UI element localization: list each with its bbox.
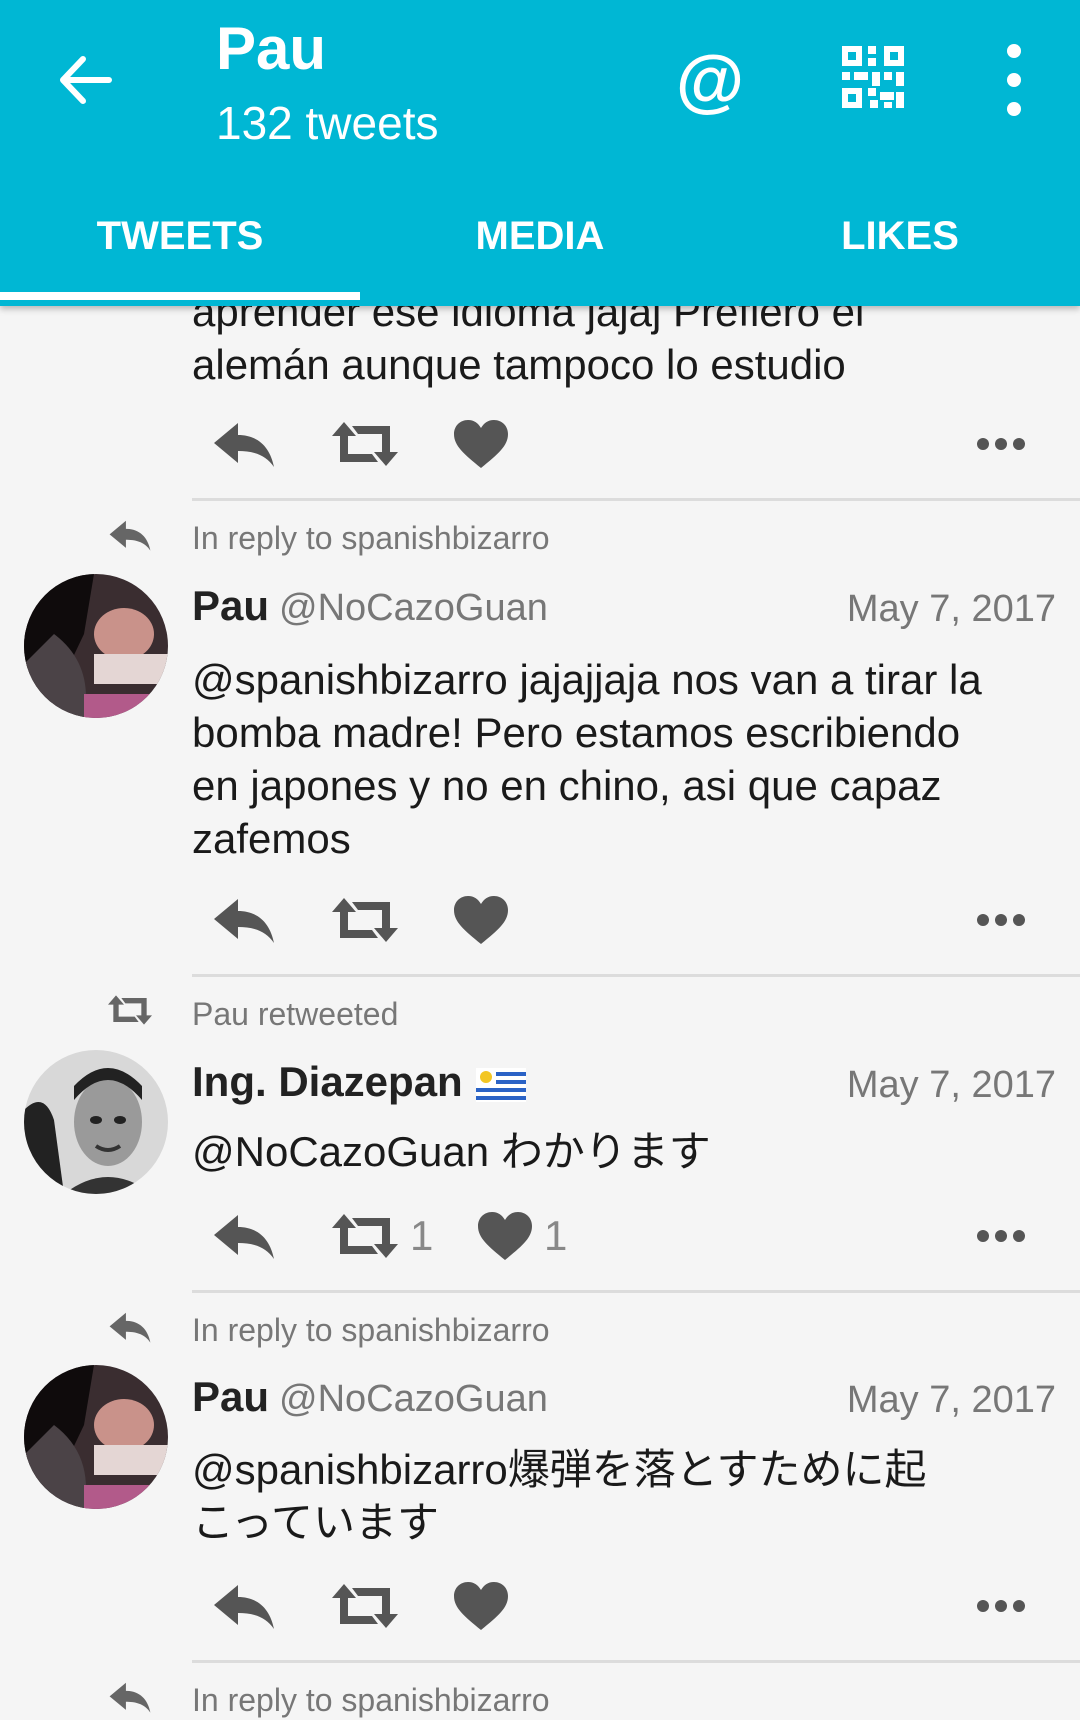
author-name[interactable]: Pau @NoCazoGuan [192,1373,548,1421]
like-heart-icon[interactable]: 1 [478,1196,567,1276]
tweet-actions [192,880,1062,960]
tweet-text: @spanishbizarro爆弾を落とすために起 こっています [192,1446,927,1546]
tweet-date: May 7, 2017 [846,588,1056,630]
tweet-text: @NoCazoGuan わかります [192,1128,711,1175]
back-arrow-icon[interactable] [50,40,120,120]
overflow-menu-icon[interactable] [990,44,1038,116]
profile-name: Pau [216,15,327,82]
tweet-actions [192,1566,1062,1646]
reply-context[interactable]: In reply to spanishbizarro [192,520,550,557]
author-handle[interactable]: @NoCazoGuan [279,1378,548,1420]
retweet-count: 1 [410,1212,434,1259]
tweet-actions: 1 1 [192,1196,1062,1276]
reply-icon[interactable] [212,1196,276,1276]
more-options-icon[interactable] [976,1566,1026,1646]
mention-icon[interactable]: @ [670,38,750,122]
more-options-icon[interactable] [976,880,1026,960]
avatar[interactable] [24,1050,168,1194]
reply-icon[interactable] [212,880,276,960]
author-name[interactable]: Ing. Diazepan [192,1058,527,1106]
like-count: 1 [544,1212,568,1259]
divider [192,974,1080,977]
like-heart-icon[interactable] [454,404,508,484]
retweet-icon[interactable] [332,404,398,484]
more-options-icon[interactable] [976,1196,1026,1276]
divider [192,1660,1080,1663]
like-heart-icon[interactable] [454,1566,508,1646]
tab-media[interactable]: MEDIA [360,206,720,266]
author-name[interactable]: Pau @NoCazoGuan [192,582,548,630]
avatar[interactable] [24,574,168,718]
app-bar: Pau 132 tweets @ TWEETS MEDIA LIKES [0,0,1080,306]
tweet-date: May 7, 2017 [846,1379,1056,1421]
author-handle[interactable]: @NoCazoGuan [279,587,548,629]
retweet-icon[interactable] [332,1566,398,1646]
divider [192,1290,1080,1293]
tweet-text: @spanishbizarro jajajjaja nos van a tira… [192,656,982,862]
like-heart-icon[interactable] [454,880,508,960]
more-options-icon[interactable] [976,404,1026,484]
tweet-count: 132 tweets [216,97,439,149]
retweet-icon [108,995,158,1035]
reply-icon[interactable] [212,1566,276,1646]
tweet-actions [192,404,1062,484]
tweet-date: May 7, 2017 [846,1064,1056,1106]
reply-context[interactable]: In reply to spanishbizarro [192,1312,550,1349]
reply-context[interactable]: In reply to spanishbizarro [192,1682,550,1719]
tab-tweets[interactable]: TWEETS [0,206,360,266]
qr-code-icon[interactable] [840,44,910,114]
retweet-icon[interactable] [332,880,398,960]
retweet-icon[interactable]: 1 [332,1196,433,1276]
active-tab-indicator [0,292,360,300]
divider [192,498,1080,501]
tab-likes[interactable]: LIKES [720,206,1080,266]
retweet-context: Pau retweeted [192,996,399,1032]
reply-icon [108,1680,158,1720]
reply-icon [108,1310,158,1350]
reply-icon[interactable] [212,404,276,484]
uruguay-flag-icon [476,1067,527,1102]
reply-icon [108,518,158,558]
avatar[interactable] [24,1365,168,1509]
